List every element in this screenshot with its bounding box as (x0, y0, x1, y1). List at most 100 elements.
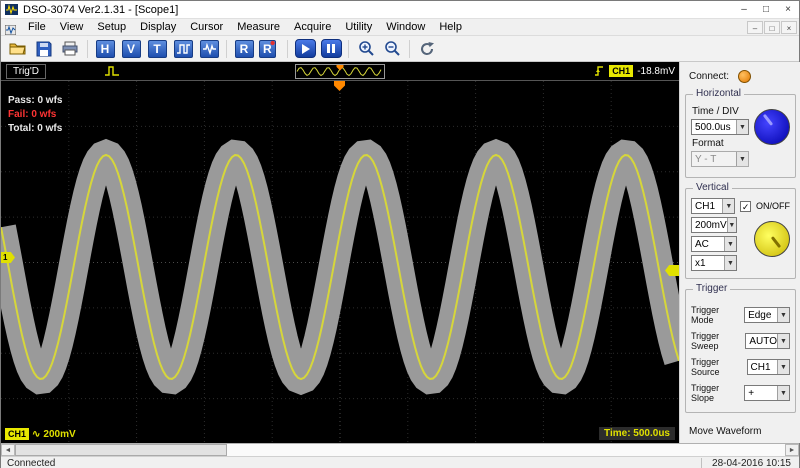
trigger-slope-row: Trigger Slope + ▼ (691, 383, 790, 403)
connect-label: Connect: (689, 71, 729, 82)
waveform-preview[interactable] (295, 64, 385, 79)
menu-window[interactable]: Window (379, 19, 432, 35)
zoom-out-icon (384, 40, 401, 57)
format-value: Y - T (695, 154, 716, 165)
channel-row: CH1 ▼ ✓ ON/OFF (691, 198, 790, 214)
horizontal-button[interactable]: H (93, 38, 117, 60)
connect-indicator-button[interactable] (738, 70, 751, 83)
dropdown-arrow-icon[interactable]: ▼ (722, 199, 734, 213)
control-panel: Connect: Horizontal Time / DIV 500.0us ▼… (679, 62, 800, 443)
datetime-value: 28-04-2016 10:15 (712, 458, 791, 468)
play-icon (295, 39, 316, 58)
scroll-left-arrow[interactable]: ◄ (1, 444, 15, 456)
maximize-button[interactable]: □ (755, 2, 777, 18)
window-title: DSO-3074 Ver2.1.31 - [Scope1] (23, 4, 178, 16)
scroll-right-arrow[interactable]: ► (785, 444, 799, 456)
status-bar: Connected 28-04-2016 10:15 (1, 456, 799, 468)
trigger-mode-value: Edge (748, 310, 771, 321)
child-restore-button[interactable]: □ (764, 21, 780, 34)
volts-div-value: 200mV (695, 220, 727, 231)
save-button[interactable] (32, 38, 56, 60)
menu-help[interactable]: Help (432, 19, 469, 35)
trigger-edge-icon (594, 65, 605, 77)
menu-measure[interactable]: Measure (230, 19, 287, 35)
menu-utility[interactable]: Utility (338, 19, 379, 35)
printer-icon (62, 41, 78, 56)
scope-screen[interactable]: Pass: 0 wfs Fail: 0 wfs Total: 0 wfs 1 C… (1, 80, 679, 443)
zoom-in-button[interactable] (354, 38, 378, 60)
trigger-readout: CH1 -18.8mV (594, 65, 675, 77)
math-button[interactable] (197, 38, 221, 60)
connection-status: Connected (7, 458, 55, 468)
open-button[interactable] (6, 38, 30, 60)
coupling-select[interactable]: AC ▼ (691, 236, 737, 252)
toolbar-separator (226, 40, 227, 58)
trigger-source-value: CH1 (751, 362, 771, 373)
toolbar-separator (348, 40, 349, 58)
close-button[interactable]: × (777, 2, 799, 18)
channel-onoff-checkbox[interactable]: ✓ (740, 201, 751, 212)
menu-setup[interactable]: Setup (90, 19, 133, 35)
trigger-source-select[interactable]: CH1 ▼ (747, 359, 790, 375)
record-dot-icon (270, 40, 275, 46)
menu-file[interactable]: File (21, 19, 53, 35)
mdi-child-controls: – □ × (746, 21, 797, 34)
title-bar: DSO-3074 Ver2.1.31 - [Scope1] – □ × (1, 1, 799, 19)
format-select[interactable]: Y - T ▼ (691, 151, 749, 167)
start-button[interactable] (293, 38, 317, 60)
dropdown-arrow-icon[interactable]: ▼ (724, 237, 736, 251)
fail-count: Fail: 0 wfs (8, 108, 62, 122)
trigger-button-label: T (148, 40, 167, 58)
dropdown-arrow-icon[interactable]: ▼ (736, 152, 748, 166)
scrollbar-thumb[interactable] (15, 444, 227, 456)
menu-cursor[interactable]: Cursor (183, 19, 230, 35)
dropdown-arrow-icon[interactable]: ▼ (777, 334, 789, 348)
horizontal-scrollbar[interactable]: ◄ ► (1, 443, 799, 456)
time-div-select[interactable]: 500.0us ▼ (691, 119, 749, 135)
vertical-button[interactable]: V (119, 38, 143, 60)
trigger-sweep-label: Trigger Sweep (691, 331, 745, 351)
dropdown-arrow-icon[interactable]: ▼ (727, 218, 736, 232)
math-wave-icon (200, 40, 219, 58)
trigger-button[interactable]: T (145, 38, 169, 60)
ref-waveform-button[interactable]: R (232, 38, 256, 60)
trigger-mode-row: Trigger Mode Edge ▼ (691, 305, 790, 325)
trigger-channel-badge: CH1 (609, 65, 633, 77)
print-button[interactable] (58, 38, 82, 60)
onoff-label: ON/OFF (756, 201, 790, 211)
minimize-button[interactable]: – (733, 2, 755, 18)
trigger-sweep-value: AUTO (749, 336, 777, 347)
menu-display[interactable]: Display (133, 19, 183, 35)
trigger-slope-select[interactable]: + ▼ (744, 385, 790, 401)
horizontal-knob[interactable] (754, 109, 790, 145)
toolbar: H V T R R (1, 36, 799, 62)
menu-acquire[interactable]: Acquire (287, 19, 338, 35)
dropdown-arrow-icon[interactable]: ▼ (777, 308, 789, 322)
toolbar-separator (409, 40, 410, 58)
channel-select[interactable]: CH1 ▼ (691, 198, 735, 214)
zoom-out-button[interactable] (380, 38, 404, 60)
pulse-icon (104, 65, 120, 77)
toolbar-separator (287, 40, 288, 58)
dropdown-arrow-icon[interactable]: ▼ (736, 120, 748, 134)
vertical-knob[interactable] (754, 221, 790, 257)
trigger-sweep-select[interactable]: AUTO ▼ (745, 333, 790, 349)
trigger-status-bar: Trig'D CH1 -18.8mV (1, 62, 679, 80)
record-button[interactable]: R (258, 38, 282, 60)
probe-select[interactable]: x1 ▼ (691, 255, 737, 271)
zoom-in-icon (358, 40, 375, 57)
trig-status-label: Trig'D (6, 64, 46, 79)
volts-per-div-value: 200mV (43, 429, 75, 440)
channel-setup-button[interactable] (171, 38, 195, 60)
autoset-button[interactable] (415, 38, 439, 60)
volts-div-select[interactable]: 200mV ▼ (691, 217, 737, 233)
trigger-mode-select[interactable]: Edge ▼ (744, 307, 790, 323)
pause-button[interactable] (319, 38, 343, 60)
dropdown-arrow-icon[interactable]: ▼ (777, 360, 789, 374)
dropdown-arrow-icon[interactable]: ▼ (777, 386, 789, 400)
menu-view[interactable]: View (53, 19, 91, 35)
scope-column: Trig'D CH1 -18.8mV Pass: 0 wfs (1, 62, 679, 443)
child-minimize-button[interactable]: – (747, 21, 763, 34)
dropdown-arrow-icon[interactable]: ▼ (724, 256, 736, 270)
child-close-button[interactable]: × (781, 21, 797, 34)
